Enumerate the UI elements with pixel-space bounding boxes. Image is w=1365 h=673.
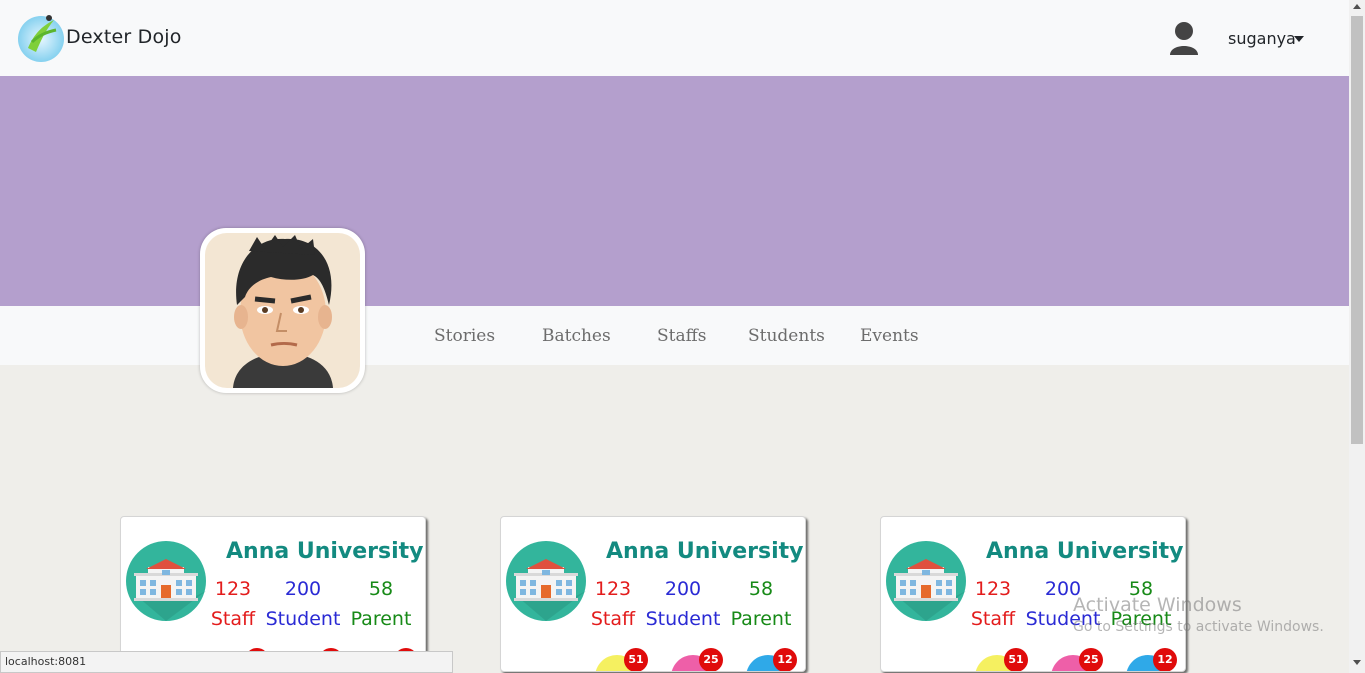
scroll-up-icon[interactable]	[1353, 4, 1361, 9]
student-label: Student	[645, 608, 721, 630]
brand-name: Dexter Dojo	[66, 26, 182, 48]
student-label: Student	[265, 608, 341, 630]
parent-count: 58	[748, 578, 774, 600]
parent-label: Parent	[730, 608, 792, 630]
activation-watermark-title: Activate Windows	[1073, 594, 1242, 616]
tab-staffs[interactable]: Staffs	[657, 326, 706, 346]
likes-count-badge: 25	[1079, 648, 1103, 671]
tab-batches[interactable]: Batches	[542, 326, 611, 346]
user-silhouette-icon[interactable]	[1168, 21, 1200, 55]
activation-watermark-subtitle: Go to Settings to activate Windows.	[1073, 619, 1324, 635]
tab-events[interactable]: Events	[860, 326, 919, 346]
followers-count-badge: 12	[1153, 648, 1177, 671]
followers-count-badge: 12	[773, 648, 797, 671]
tab-stories[interactable]: Stories	[434, 326, 495, 346]
scroll-thumb[interactable]	[1351, 16, 1363, 444]
student-count: 200	[664, 578, 702, 600]
institution-card[interactable]: Anna University 123 200 58 Staff Student…	[500, 516, 806, 672]
avatar-illustration	[205, 233, 360, 388]
tab-students[interactable]: Students	[748, 326, 825, 346]
profile-avatar[interactable]	[200, 228, 365, 393]
news-count-badge: 51	[1004, 648, 1028, 671]
institution-name: Anna University	[986, 539, 1184, 564]
browser-status-url: localhost:8081	[0, 651, 453, 673]
chevron-down-icon[interactable]	[1294, 36, 1304, 42]
institution-card[interactable]: Anna University 123 200 58 Staff Student…	[120, 516, 426, 672]
institution-name: Anna University	[226, 539, 424, 564]
parent-count: 58	[368, 578, 394, 600]
student-count: 200	[284, 578, 322, 600]
top-navbar: Dexter Dojo suganya	[0, 0, 1349, 76]
page-scrollbar[interactable]	[1349, 0, 1365, 673]
parent-label: Parent	[350, 608, 412, 630]
likes-count-badge: 25	[699, 648, 723, 671]
news-count-badge: 51	[624, 648, 648, 671]
user-menu-toggle[interactable]: suganya	[1228, 29, 1296, 48]
brand-link[interactable]: Dexter Dojo	[16, 12, 182, 62]
scroll-down-icon[interactable]	[1353, 660, 1361, 665]
institution-name: Anna University	[606, 539, 804, 564]
brand-logo-icon	[18, 15, 64, 62]
